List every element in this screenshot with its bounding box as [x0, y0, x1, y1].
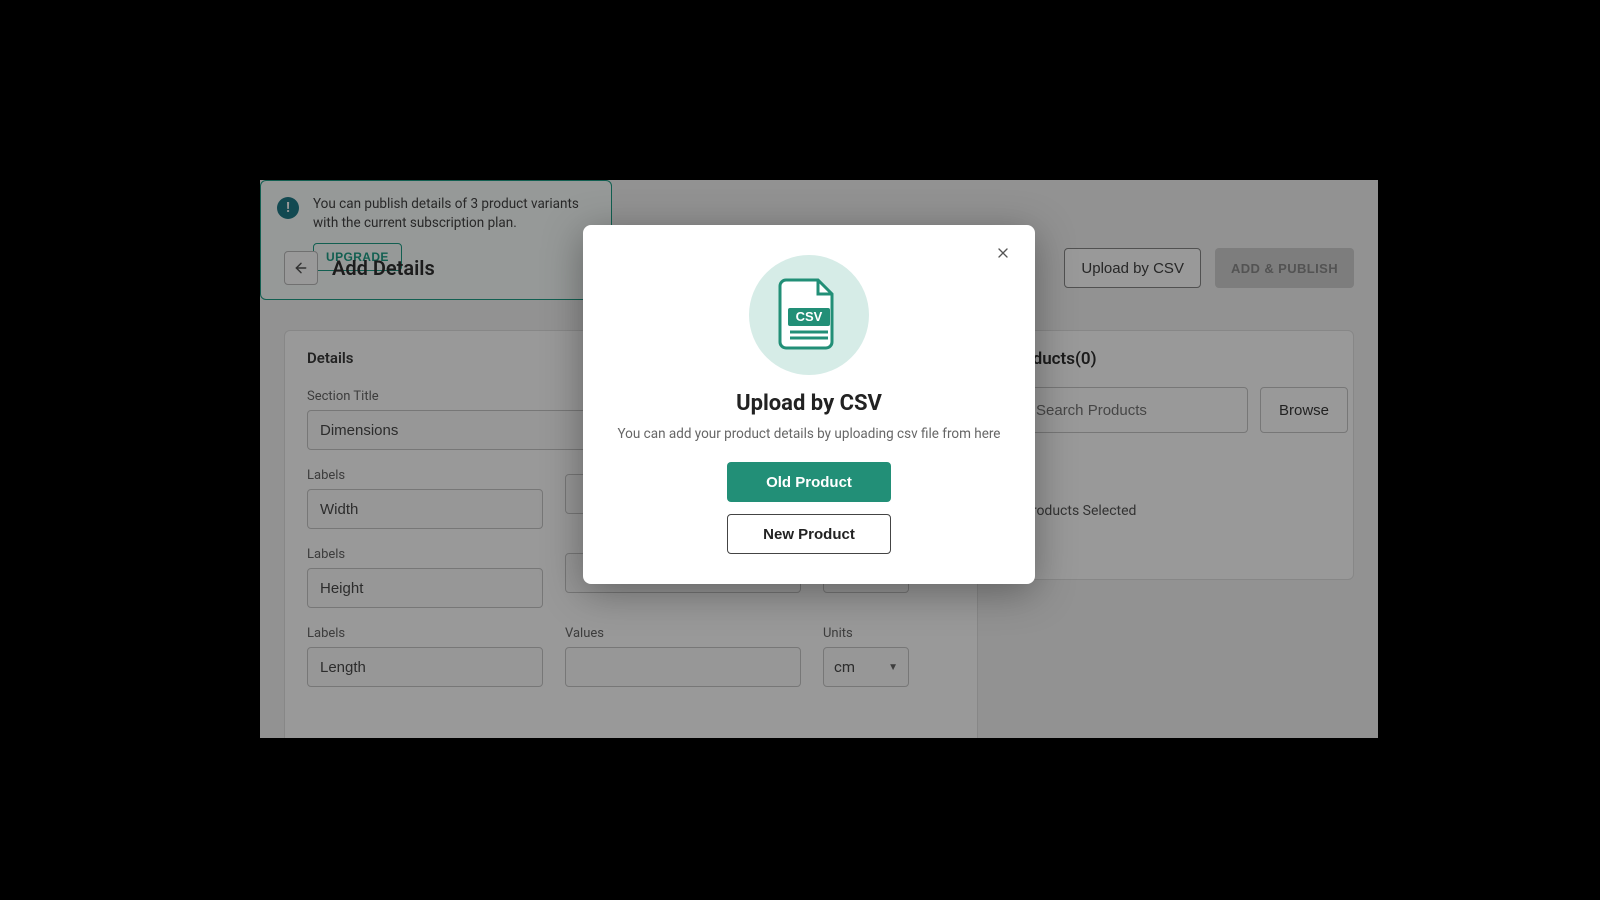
label-input[interactable] [307, 647, 543, 687]
page-title: Add Details [332, 256, 435, 280]
label-input[interactable] [307, 568, 543, 608]
label-input[interactable] [307, 489, 543, 529]
units-label: Units [823, 626, 909, 641]
csv-file-icon: CSV [749, 255, 869, 375]
browse-button[interactable]: Browse [1260, 387, 1348, 433]
value-input[interactable] [565, 647, 801, 687]
old-product-button[interactable]: Old Product [727, 462, 891, 502]
products-selected-text: Products Selected [1023, 503, 1333, 519]
values-label: Values [565, 626, 801, 641]
search-products-input[interactable] [1023, 387, 1248, 433]
info-icon: ! [277, 197, 299, 219]
modal-subtitle: You can add your product details by uplo… [609, 426, 1009, 442]
close-icon [995, 245, 1011, 261]
modal-title: Upload by CSV [609, 391, 1009, 416]
close-button[interactable] [989, 239, 1017, 267]
svg-text:CSV: CSV [796, 309, 823, 324]
labels-label: Labels [307, 626, 543, 641]
back-button[interactable] [284, 251, 318, 285]
products-count: (0) [1075, 349, 1097, 369]
add-publish-button: ADD & PUBLISH [1215, 248, 1354, 288]
labels-label: Labels [307, 468, 543, 483]
unit-select[interactable]: cm ▼ [823, 647, 909, 687]
chevron-down-icon: ▼ [888, 662, 898, 673]
unit-value: cm [834, 658, 855, 676]
products-card: oducts(0) Browse Products Selected [1002, 330, 1354, 580]
new-product-button[interactable]: New Product [727, 514, 891, 554]
upload-csv-modal: CSV Upload by CSV You can add your produ… [583, 225, 1035, 584]
labels-label: Labels [307, 547, 543, 562]
subscription-info-text: You can publish details of 3 product var… [313, 195, 595, 233]
arrow-left-icon [293, 260, 309, 276]
upload-by-csv-button[interactable]: Upload by CSV [1064, 248, 1201, 288]
